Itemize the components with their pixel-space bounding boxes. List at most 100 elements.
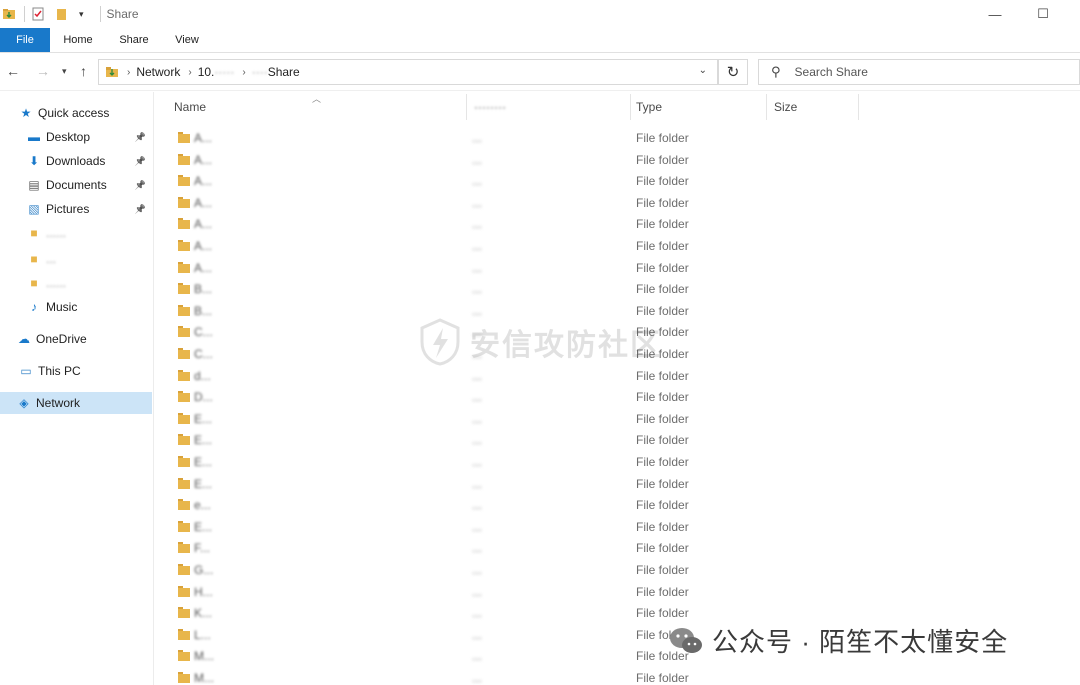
table-row[interactable]: A...... File folder bbox=[154, 192, 1080, 214]
sidebar-item-documents[interactable]: ▤ Documents 📌 bbox=[0, 174, 152, 196]
table-row[interactable]: E...... File folder bbox=[154, 429, 1080, 451]
folder-icon bbox=[178, 412, 190, 424]
table-row[interactable]: E...... File folder bbox=[154, 473, 1080, 495]
minimize-button[interactable]: — bbox=[972, 0, 1018, 28]
table-row[interactable]: M...... File folder bbox=[154, 667, 1080, 685]
breadcrumb-network[interactable]: Network bbox=[136, 65, 180, 79]
sidebar-item-network[interactable]: ◈ Network bbox=[0, 392, 152, 414]
file-name: E... bbox=[194, 519, 213, 534]
file-type: File folder bbox=[636, 282, 689, 297]
file-date: ... bbox=[472, 627, 483, 642]
folder-icon bbox=[178, 628, 190, 640]
sidebar-item-folder-7[interactable]: ■...... bbox=[0, 272, 152, 294]
breadcrumb-separator: › bbox=[242, 66, 246, 78]
column-header-size[interactable]: Size bbox=[774, 100, 797, 114]
sidebar-item-this-pc[interactable]: ▭ This PC bbox=[0, 360, 152, 382]
folder-icon bbox=[178, 261, 190, 273]
back-button[interactable]: ← bbox=[6, 63, 20, 79]
search-icon: ⚲ bbox=[771, 64, 781, 79]
up-button[interactable]: ↑ bbox=[80, 63, 87, 79]
refresh-button[interactable]: ↻ bbox=[718, 59, 748, 85]
file-type: File folder bbox=[636, 239, 689, 253]
file-name: A... bbox=[194, 174, 213, 189]
file-date: ... bbox=[472, 563, 483, 577]
sidebar-item-quick-access[interactable]: ★ Quick access bbox=[0, 102, 152, 124]
properties-icon[interactable] bbox=[31, 7, 45, 21]
folder-icon bbox=[178, 499, 190, 511]
folder-icon bbox=[178, 650, 190, 662]
table-row[interactable]: E...... File folder bbox=[154, 408, 1080, 430]
table-row[interactable]: d...... File folder bbox=[154, 365, 1080, 387]
sidebar-item-onedrive[interactable]: ☁ OneDrive bbox=[0, 328, 152, 350]
sidebar-item-downloads[interactable]: ⬇ Downloads 📌 bbox=[0, 150, 152, 172]
pin-icon[interactable]: 📌 bbox=[135, 132, 146, 143]
folder-icon bbox=[178, 672, 190, 683]
pin-icon[interactable]: 📌 bbox=[135, 156, 146, 167]
table-row[interactable]: A...... File folder bbox=[154, 257, 1080, 279]
pin-icon[interactable]: 📌 bbox=[135, 180, 146, 191]
sidebar-item-folder-6[interactable]: ■... bbox=[0, 248, 152, 270]
maximize-button[interactable]: ☐ bbox=[1020, 0, 1066, 28]
file-name: M... bbox=[194, 671, 214, 685]
folder-icon[interactable] bbox=[2, 7, 16, 21]
table-row[interactable]: A...... File folder bbox=[154, 235, 1080, 257]
file-type: File folder bbox=[636, 563, 689, 577]
address-bar[interactable]: › Network › 10. ····· › ···· Share ⌄ bbox=[98, 59, 718, 85]
file-type: File folder bbox=[636, 390, 689, 405]
folder-icon: ■ bbox=[30, 276, 38, 290]
column-divider[interactable] bbox=[466, 94, 467, 120]
folder-icon bbox=[178, 585, 190, 597]
search-input[interactable]: ⚲ Search Share bbox=[758, 59, 1080, 85]
column-header-date[interactable]: ········ bbox=[474, 100, 506, 114]
sidebar-item-desktop[interactable]: ▬ Desktop 📌 bbox=[0, 126, 152, 148]
table-row[interactable]: A...... File folder bbox=[154, 213, 1080, 235]
breadcrumb-share-redacted: ···· bbox=[251, 65, 268, 79]
breadcrumb-separator: › bbox=[127, 66, 131, 78]
tab-share[interactable]: Share bbox=[106, 28, 162, 52]
file-name: A... bbox=[194, 131, 213, 145]
sidebar-item-pictures[interactable]: ▧ Pictures 📌 bbox=[0, 198, 152, 220]
sidebar-item-label: OneDrive bbox=[36, 332, 87, 346]
table-row[interactable]: G...... File folder bbox=[154, 559, 1080, 581]
table-row[interactable]: H...... File folder bbox=[154, 581, 1080, 603]
column-header-type[interactable]: Type bbox=[636, 100, 662, 114]
folder-icon bbox=[178, 175, 190, 187]
column-divider[interactable] bbox=[858, 94, 859, 120]
tab-view[interactable]: View bbox=[162, 28, 212, 52]
sidebar-item-folder-5[interactable]: ■...... bbox=[0, 222, 152, 244]
file-name: F... bbox=[194, 541, 211, 556]
table-row[interactable]: B...... File folder bbox=[154, 278, 1080, 300]
sidebar-item-label: Pictures bbox=[46, 202, 90, 216]
table-row[interactable]: K...... File folder bbox=[154, 602, 1080, 624]
folder-icon bbox=[178, 520, 190, 532]
table-row[interactable]: e...... File folder bbox=[154, 494, 1080, 516]
table-row[interactable]: E...... File folder bbox=[154, 516, 1080, 538]
table-row[interactable]: E...... File folder bbox=[154, 451, 1080, 473]
file-type: File folder bbox=[636, 584, 689, 599]
table-row[interactable]: A...... File folder bbox=[154, 170, 1080, 192]
forward-button[interactable]: → bbox=[36, 63, 50, 79]
sidebar-item-label: Music bbox=[46, 300, 78, 314]
recent-locations-chevron-icon[interactable]: ▾ bbox=[62, 66, 67, 77]
customize-toolbar-chevron-icon[interactable]: ▾ bbox=[79, 9, 84, 20]
table-row[interactable]: A...... File folder bbox=[154, 127, 1080, 149]
column-header-name[interactable]: Name bbox=[174, 100, 206, 114]
folder-icon bbox=[178, 607, 190, 619]
sidebar-item-music[interactable]: ♪ Music bbox=[0, 296, 152, 318]
column-divider[interactable] bbox=[630, 94, 631, 120]
table-row[interactable]: A...... File folder bbox=[154, 149, 1080, 171]
tab-home[interactable]: Home bbox=[50, 28, 106, 52]
file-name: A... bbox=[194, 217, 213, 232]
breadcrumb-share[interactable]: Share bbox=[268, 65, 300, 79]
tab-file[interactable]: File bbox=[0, 28, 50, 52]
address-history-chevron-icon[interactable]: ⌄ bbox=[699, 65, 707, 76]
table-row[interactable]: F...... File folder bbox=[154, 537, 1080, 559]
file-type: File folder bbox=[636, 455, 689, 469]
new-folder-icon[interactable] bbox=[55, 7, 69, 21]
column-divider[interactable] bbox=[766, 94, 767, 120]
table-row[interactable]: D...... File folder bbox=[154, 386, 1080, 408]
sidebar-item-label: Desktop bbox=[46, 130, 91, 144]
pin-icon[interactable]: 📌 bbox=[135, 204, 146, 215]
breadcrumb-host[interactable]: 10. bbox=[198, 65, 215, 79]
sidebar-item-label: Documents bbox=[46, 178, 107, 192]
